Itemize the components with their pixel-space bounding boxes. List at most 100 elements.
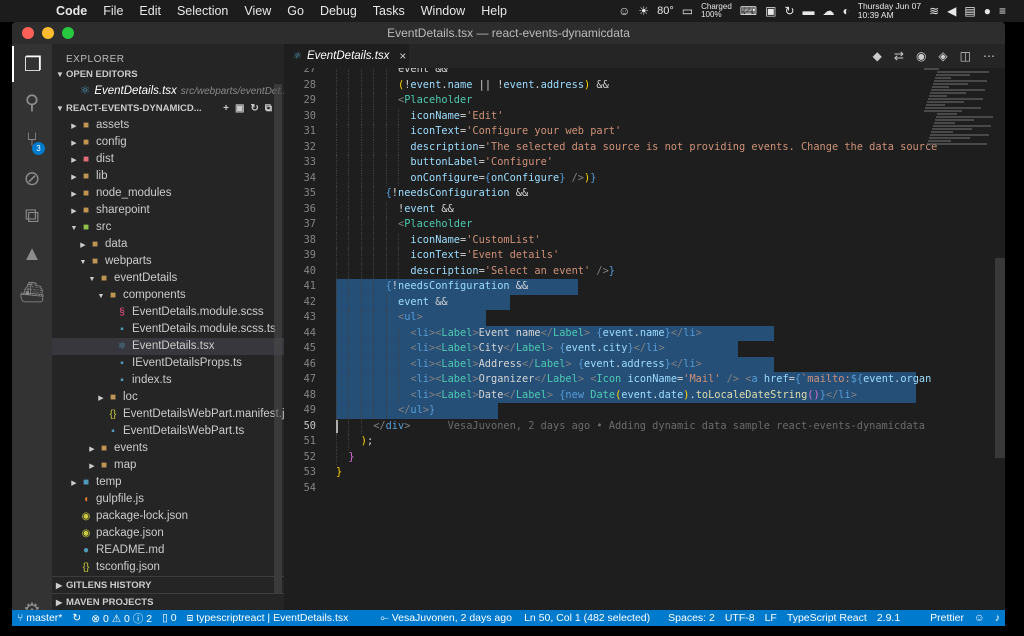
- notification-center-icon[interactable]: ≡: [999, 4, 1006, 18]
- keyboard-icon[interactable]: ⌨: [740, 4, 757, 18]
- git-compare-icon[interactable]: ◈: [938, 49, 947, 63]
- open-changes-icon[interactable]: ⇄: [894, 49, 904, 63]
- more-actions-icon[interactable]: ⋯: [983, 49, 995, 63]
- tree-item[interactable]: ▪ EventDetailsWebPart.ts: [52, 423, 284, 440]
- maven-projects-section[interactable]: ▶ MAVEN PROJECTS: [52, 593, 284, 610]
- gitlens-history-section[interactable]: ▶ GITLENS HISTORY: [52, 576, 284, 593]
- docker-icon[interactable]: ⛴: [12, 274, 52, 310]
- extensions-icon[interactable]: ⧉: [12, 198, 52, 234]
- chevron-right-icon[interactable]: ▶: [96, 390, 106, 407]
- indentation-status[interactable]: Spaces: 2: [663, 612, 720, 624]
- chevron-down-icon[interactable]: ▼: [69, 220, 79, 237]
- tree-item[interactable]: ▶ ■ config: [52, 134, 284, 151]
- menu-view[interactable]: View: [236, 4, 279, 18]
- chevron-right-icon[interactable]: ▶: [69, 152, 79, 169]
- tree-item[interactable]: ▼ ■ webparts: [52, 253, 284, 270]
- tree-item[interactable]: ▼ ■ eventDetails: [52, 270, 284, 287]
- open-editor-item[interactable]: ⚛ EventDetails.tsx src/webparts/eventDet..…: [52, 83, 284, 100]
- tree-item[interactable]: ▶ ■ node_modules: [52, 185, 284, 202]
- tree-item[interactable]: ▶ ■ temp: [52, 474, 284, 491]
- language-service-status[interactable]: ⧈ typescriptreact | EventDetails.tsx: [182, 612, 354, 625]
- menu-tasks[interactable]: Tasks: [365, 4, 413, 18]
- tree-item[interactable]: ▶ ■ dist: [52, 151, 284, 168]
- chevron-right-icon[interactable]: ▶: [87, 441, 97, 458]
- battery-icon[interactable]: ▭: [682, 4, 693, 18]
- other-status[interactable]: ▯ 0: [157, 612, 182, 624]
- menu-go[interactable]: Go: [279, 4, 312, 18]
- menu-app[interactable]: Code: [48, 4, 95, 18]
- menu-window[interactable]: Window: [413, 4, 473, 18]
- tree-item[interactable]: ▶ ■ data: [52, 236, 284, 253]
- volume-icon[interactable]: ◀: [947, 4, 956, 18]
- tree-item[interactable]: ▼ ■ components: [52, 287, 284, 304]
- chevron-right-icon[interactable]: ▶: [87, 458, 97, 475]
- tree-item[interactable]: {} tsconfig.json: [52, 559, 284, 576]
- debug-icon[interactable]: ⊘: [12, 160, 52, 196]
- smiley-icon[interactable]: ☺: [969, 612, 990, 624]
- cloud-icon[interactable]: ☁: [823, 4, 835, 18]
- chevron-down-icon[interactable]: ▼: [78, 254, 88, 271]
- new-file-icon[interactable]: +: [223, 103, 235, 114]
- screen-icon[interactable]: ▣: [765, 4, 776, 18]
- tree-item[interactable]: ▪ IEventDetailsProps.ts: [52, 355, 284, 372]
- azure-icon[interactable]: ▲: [12, 236, 52, 272]
- moon-icon[interactable]: ◐: [843, 4, 850, 18]
- refresh-icon[interactable]: ↻: [250, 103, 264, 114]
- tree-item[interactable]: ▪ EventDetails.module.scss.ts: [52, 321, 284, 338]
- temperature[interactable]: 80°: [657, 5, 674, 17]
- sync-status-icon[interactable]: ↻: [67, 612, 86, 624]
- tree-item[interactable]: ● README.md: [52, 542, 284, 559]
- chevron-down-icon[interactable]: ▼: [87, 271, 97, 288]
- status-app-icon[interactable]: ☺: [618, 4, 630, 18]
- split-editor-icon[interactable]: ◫: [960, 49, 971, 63]
- sidebar-scrollbar[interactable]: [274, 84, 282, 594]
- toggle-blame-icon[interactable]: ◉: [916, 49, 926, 63]
- tree-item[interactable]: ◖ gulpfile.js: [52, 491, 284, 508]
- source-control-icon[interactable]: ⑂ 3: [12, 122, 52, 158]
- git-commit-icon[interactable]: ◆: [873, 49, 882, 63]
- menu-help[interactable]: Help: [473, 4, 515, 18]
- encoding-status[interactable]: UTF-8: [720, 612, 760, 624]
- chevron-right-icon[interactable]: ▶: [69, 203, 79, 220]
- new-folder-icon[interactable]: ▣: [235, 103, 250, 114]
- blame-status[interactable]: ⟜ VesaJuvonen, 2 days ago: [375, 612, 517, 625]
- chevron-right-icon[interactable]: ▶: [69, 186, 79, 203]
- chevron-right-icon[interactable]: ▶: [69, 475, 79, 492]
- tree-item[interactable]: {} EventDetailsWebPart.manifest.j...: [52, 406, 294, 423]
- chevron-right-icon[interactable]: ▶: [78, 237, 88, 254]
- tree-item[interactable]: § EventDetails.module.scss: [52, 304, 284, 321]
- chevron-right-icon[interactable]: ▶: [69, 135, 79, 152]
- tab-eventdetails[interactable]: ⚛ EventDetails.tsx ×: [284, 44, 409, 68]
- eol-status[interactable]: LF: [760, 612, 782, 624]
- activity-monitor-icon[interactable]: ▬: [803, 4, 815, 18]
- chevron-right-icon[interactable]: ▶: [69, 169, 79, 186]
- menu-debug[interactable]: Debug: [312, 4, 365, 18]
- menu-selection[interactable]: Selection: [169, 4, 236, 18]
- open-editors-section[interactable]: ▼ OPEN EDITORS: [52, 66, 284, 83]
- menu-edit[interactable]: Edit: [131, 4, 169, 18]
- close-tab-icon[interactable]: ×: [399, 49, 406, 63]
- tree-item[interactable]: ▪ index.ts: [52, 372, 284, 389]
- prettier-status[interactable]: Prettier: [925, 612, 969, 624]
- language-mode[interactable]: TypeScript React: [782, 612, 872, 624]
- user-icon[interactable]: ●: [984, 4, 991, 18]
- chevron-right-icon[interactable]: ▶: [69, 118, 79, 135]
- wifi-icon[interactable]: ≋: [929, 4, 939, 18]
- problems-status[interactable]: ⊗ 0 ⚠ 0 ⓘ 2: [86, 611, 157, 626]
- clock[interactable]: Thursday Jun 07 10:39 AM: [858, 2, 921, 20]
- sync-icon[interactable]: ↻: [784, 4, 794, 18]
- editor-scrollbar[interactable]: [995, 258, 1005, 458]
- search-icon[interactable]: ⚲: [12, 84, 52, 120]
- tree-item[interactable]: ▶ ■ sharepoint: [52, 202, 284, 219]
- minimap[interactable]: [924, 68, 996, 148]
- tree-item[interactable]: ▶ ■ assets: [52, 117, 284, 134]
- tree-item[interactable]: ▶ ■ events: [52, 440, 284, 457]
- branch-status[interactable]: ⑂ master*: [12, 612, 67, 624]
- chevron-down-icon[interactable]: ▼: [96, 288, 106, 305]
- tree-item[interactable]: ▶ ■ loc: [52, 389, 284, 406]
- tree-item[interactable]: ◉ package-lock.json: [52, 508, 284, 525]
- tree-item[interactable]: ⚛ EventDetails.tsx: [52, 338, 284, 355]
- explorer-icon[interactable]: ❐: [12, 46, 52, 82]
- tree-item[interactable]: ▶ ■ lib: [52, 168, 284, 185]
- notification-bell-icon[interactable]: ♪: [990, 612, 1005, 624]
